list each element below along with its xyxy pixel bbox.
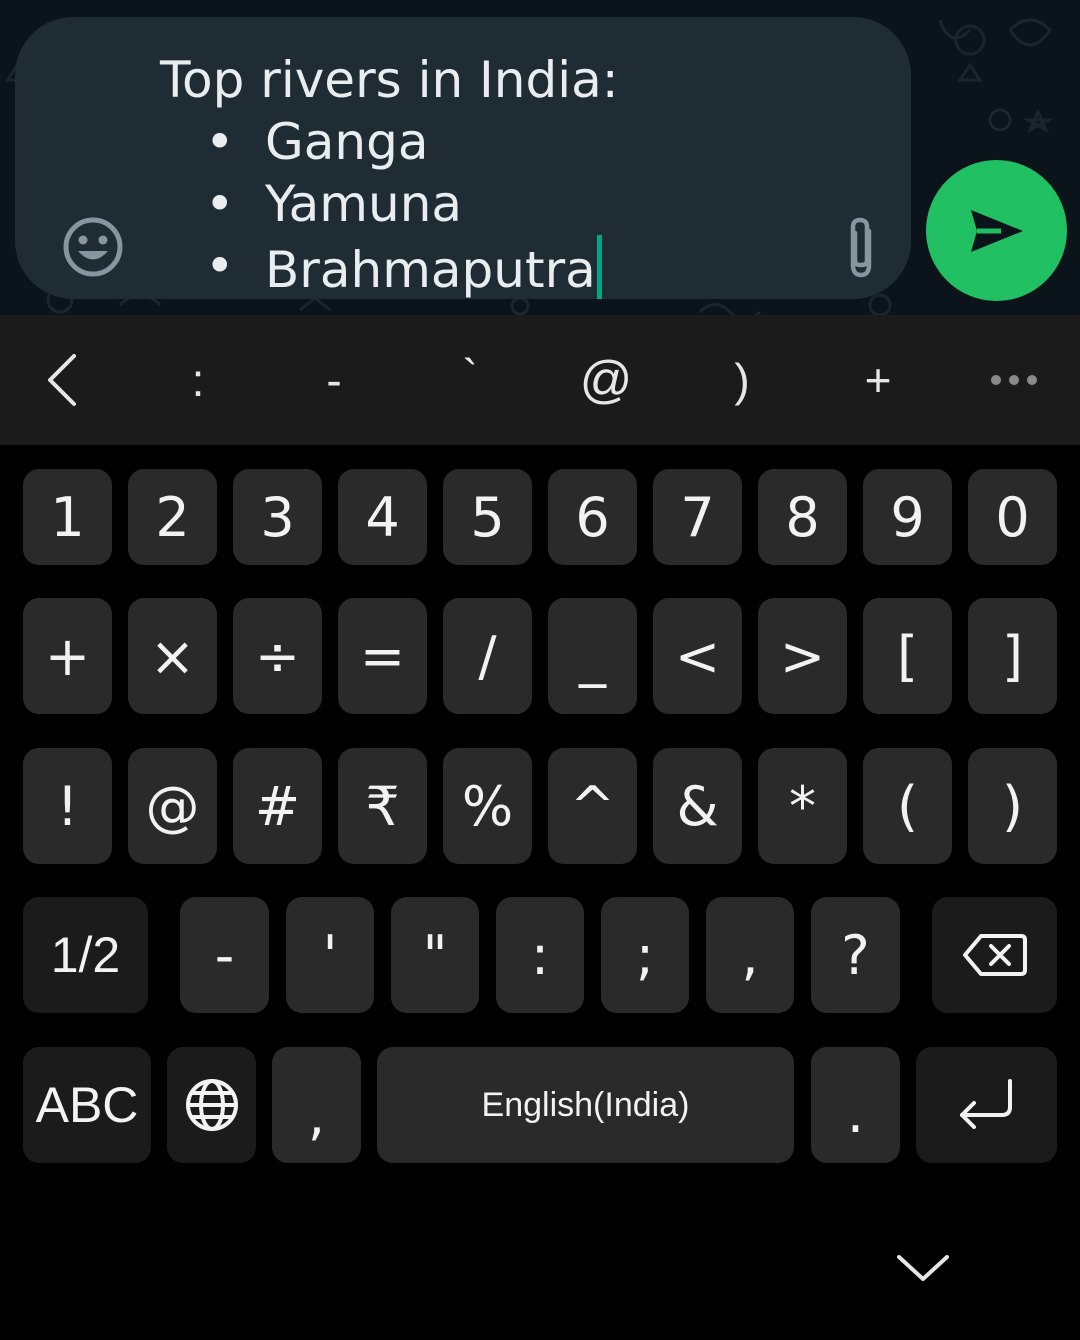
- key-asterisk[interactable]: *: [758, 748, 847, 864]
- key-7[interactable]: 7: [653, 469, 742, 565]
- globe-icon: [185, 1079, 238, 1131]
- key-equals[interactable]: =: [338, 598, 427, 714]
- enter-icon: [959, 1079, 1012, 1129]
- key-divide[interactable]: ÷: [233, 598, 322, 714]
- smiley-icon: [63, 217, 123, 277]
- key-right-paren[interactable]: ): [968, 748, 1057, 864]
- paperclip-icon: [850, 217, 872, 278]
- list-item: • Yamuna: [145, 173, 785, 235]
- key-hyphen[interactable]: -: [180, 897, 269, 1013]
- key-0[interactable]: 0: [968, 469, 1057, 565]
- list-item-text: Yamuna: [265, 175, 463, 233]
- suggestion-paren[interactable]: ): [692, 315, 792, 445]
- backspace-icon: [962, 934, 1027, 976]
- key-question[interactable]: ?: [811, 897, 900, 1013]
- backspace-key[interactable]: [932, 897, 1057, 1013]
- chevron-left-icon: [48, 354, 76, 406]
- suggestion-at[interactable]: @: [556, 315, 656, 445]
- back-button[interactable]: [12, 315, 112, 445]
- language-key[interactable]: [167, 1047, 256, 1163]
- key-8[interactable]: 8: [758, 469, 847, 565]
- key-quote[interactable]: ": [391, 897, 479, 1013]
- key-6[interactable]: 6: [548, 469, 637, 565]
- key-colon[interactable]: :: [496, 897, 584, 1013]
- key-slash[interactable]: /: [443, 598, 532, 714]
- key-right-bracket[interactable]: ]: [968, 598, 1057, 714]
- key-4[interactable]: 4: [338, 469, 427, 565]
- suggestion-colon[interactable]: :: [148, 315, 248, 445]
- chevron-down-icon: [897, 1255, 949, 1281]
- more-dots-icon: [991, 375, 1037, 385]
- key-at[interactable]: @: [128, 748, 217, 864]
- key-left-bracket[interactable]: [: [863, 598, 952, 714]
- suggestion-backtick[interactable]: `: [420, 315, 520, 445]
- message-input[interactable]: Top rivers in India: • Ganga • Yamuna • …: [145, 49, 785, 299]
- keyboard-suggestion-bar: : - ` @ ) +: [0, 315, 1080, 445]
- attach-button[interactable]: [831, 213, 891, 283]
- hide-keyboard-button[interactable]: [888, 1240, 958, 1296]
- key-greater-than[interactable]: >: [758, 598, 847, 714]
- key-underscore[interactable]: _: [548, 598, 637, 714]
- send-button[interactable]: [926, 160, 1067, 301]
- more-button[interactable]: [964, 315, 1064, 445]
- suggestion-plus[interactable]: +: [828, 315, 928, 445]
- message-title: Top rivers in India:: [160, 51, 619, 109]
- message-list: • Ganga • Yamuna • Brahmaputra: [145, 111, 785, 299]
- message-composer[interactable]: Top rivers in India: • Ganga • Yamuna • …: [15, 17, 911, 299]
- bullet: •: [205, 113, 235, 171]
- list-item: • Ganga: [145, 111, 785, 173]
- key-multiply[interactable]: ×: [128, 598, 217, 714]
- bullet: •: [205, 175, 235, 233]
- key-percent[interactable]: %: [443, 748, 532, 864]
- enter-key[interactable]: [916, 1047, 1057, 1163]
- key-semicolon[interactable]: ;: [601, 897, 689, 1013]
- list-item: • Brahmaputra: [145, 235, 785, 299]
- key-abc[interactable]: ABC: [23, 1047, 151, 1163]
- key-ampersand[interactable]: &: [653, 748, 742, 864]
- key-apostrophe[interactable]: ': [286, 897, 374, 1013]
- bullet: •: [205, 237, 235, 295]
- key-comma-row4[interactable]: ,: [706, 897, 794, 1013]
- suggestion-dash[interactable]: -: [284, 315, 384, 445]
- key-caret[interactable]: ^: [548, 748, 637, 864]
- send-arrow-icon: [970, 209, 1023, 252]
- list-item-text: Brahmaputra: [265, 241, 596, 299]
- key-left-paren[interactable]: (: [863, 748, 952, 864]
- key-3[interactable]: 3: [233, 469, 322, 565]
- text-caret: [596, 235, 602, 299]
- key-page-toggle[interactable]: 1/2: [23, 897, 148, 1013]
- list-item-text: Ganga: [265, 113, 429, 171]
- key-9[interactable]: 9: [863, 469, 952, 565]
- emoji-button[interactable]: [59, 213, 127, 281]
- key-less-than[interactable]: <: [653, 598, 742, 714]
- key-hash[interactable]: #: [233, 748, 322, 864]
- key-period[interactable]: .: [811, 1047, 900, 1163]
- key-comma[interactable]: ,: [272, 1047, 361, 1163]
- key-5[interactable]: 5: [443, 469, 532, 565]
- key-plus[interactable]: +: [23, 598, 112, 714]
- key-rupee[interactable]: ₹: [338, 748, 427, 864]
- space-bar[interactable]: English(India): [377, 1047, 794, 1163]
- key-1[interactable]: 1: [23, 469, 112, 565]
- key-2[interactable]: 2: [128, 469, 217, 565]
- symbol-keyboard: 1 2 3 4 5 6 7 8 9 0 + × ÷ = / _ < > [ ] …: [0, 445, 1080, 1340]
- key-exclamation[interactable]: !: [23, 748, 112, 864]
